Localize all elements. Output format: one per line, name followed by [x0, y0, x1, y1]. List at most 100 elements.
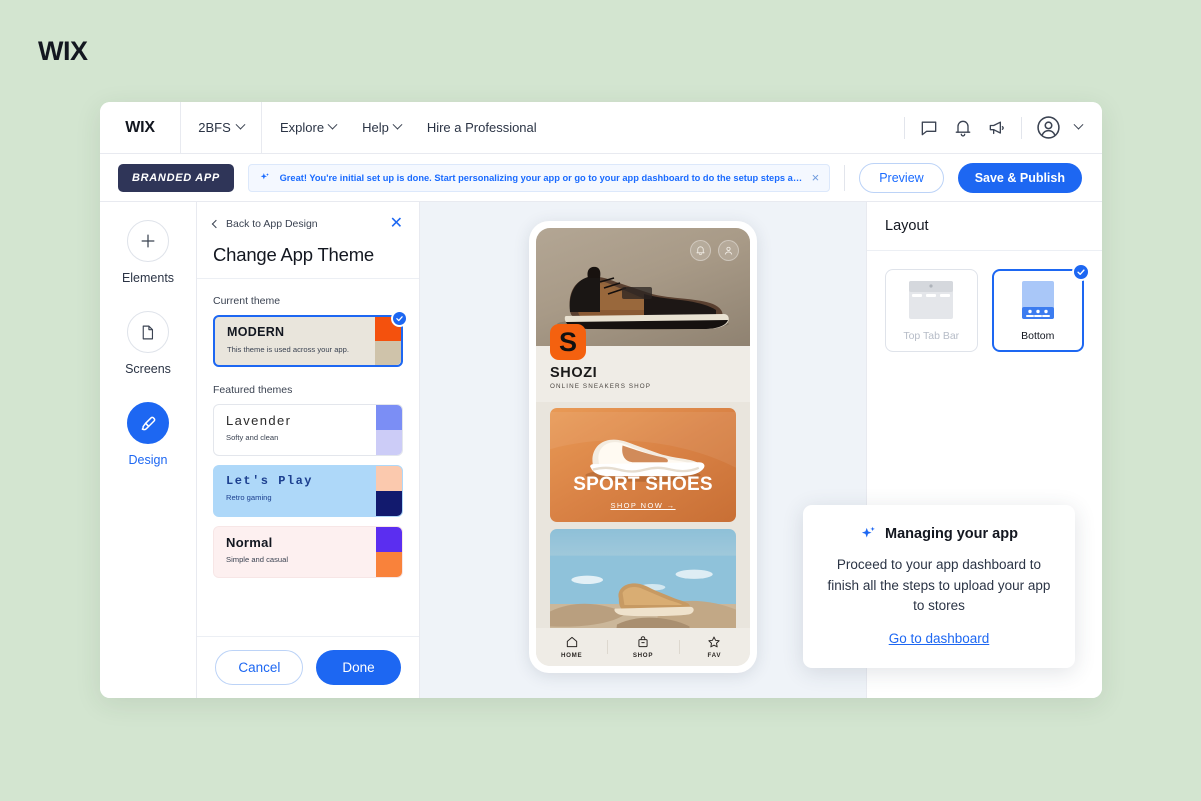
page-title: Change App Theme	[213, 244, 375, 265]
sidebar-item-elements[interactable]: Elements	[122, 220, 174, 285]
cancel-button[interactable]: Cancel	[215, 650, 304, 685]
sidebar-item-design-label: Design	[128, 453, 168, 467]
brush-icon	[141, 416, 155, 430]
tab-shop-label: SHOP	[632, 652, 654, 659]
topbar-menus: Explore Help Hire a Professional	[262, 102, 537, 153]
layout-panel: Layout Top Tab Bar Bottom Managing your …	[803, 202, 1102, 698]
bell-icon[interactable]	[953, 118, 973, 138]
chevron-left-icon	[211, 219, 221, 229]
swatch-bottom	[376, 430, 402, 455]
layout-option-top-tab-bar[interactable]: Top Tab Bar	[885, 269, 978, 352]
current-theme-label: Current theme	[213, 295, 281, 307]
layout-options: Top Tab Bar Bottom	[867, 251, 1102, 352]
tooltip-header: Managing your app	[821, 525, 1057, 542]
chevron-down-icon	[392, 119, 403, 130]
theme-card-lavender[interactable]: Lavender Softy and clean	[213, 404, 403, 456]
managing-app-tooltip: Managing your app Proceed to your app da…	[803, 505, 1075, 668]
divider	[844, 164, 846, 191]
swatch-bottom	[376, 552, 402, 577]
layout-title: Layout	[885, 218, 929, 234]
menu-explore-label: Explore	[280, 120, 325, 135]
theme-panel-footer: Cancel Done	[197, 636, 419, 698]
theme-name: Lavender	[226, 413, 292, 428]
preview-button[interactable]: Preview	[859, 162, 944, 193]
promo-title: SPORT SHOES	[573, 474, 713, 495]
theme-panel: Back to App Design ✕ Change App Theme Cu…	[196, 202, 420, 698]
branded-app-badge: BRANDED APP	[118, 163, 234, 192]
left-rail: Elements Screens Design	[100, 202, 196, 698]
sparkle-icon	[861, 527, 875, 538]
promo-cta-link[interactable]: SHOP NOW →	[550, 501, 736, 510]
sidebar-item-elements-label: Elements	[121, 271, 175, 285]
layout-option-top-label: Top Tab Bar	[903, 330, 960, 342]
sidebar-item-screens[interactable]: Screens	[125, 311, 171, 376]
save-publish-button[interactable]: Save & Publish	[957, 162, 1082, 193]
bag-icon	[638, 636, 648, 648]
theme-name: Normal	[226, 535, 273, 550]
menu-hire-professional[interactable]: Hire a Professional	[427, 120, 537, 135]
menu-hire-label: Hire a Professional	[426, 120, 537, 135]
tab-fav[interactable]: FAV	[678, 635, 750, 659]
editor-window: WIX 2BFS Explore Help Hire a Professiona…	[100, 102, 1102, 698]
divider	[1021, 116, 1022, 139]
sneaker-hero-image	[557, 266, 729, 330]
layout-panel-header: Layout	[867, 202, 1102, 251]
go-to-dashboard-link[interactable]: Go to dashboard	[889, 631, 990, 646]
bottom-tab-bar-thumb-icon	[1021, 281, 1054, 319]
brand-block: S SHOZI ONLINE SNEAKERS SHOP	[536, 324, 750, 402]
tab-fav-label: FAV	[707, 652, 722, 659]
design-icon-circle	[127, 402, 169, 444]
theme-desc: Retro gaming	[226, 493, 272, 503]
promo-card-sport-shoes[interactable]: SPORT SHOES SHOP NOW →	[550, 408, 736, 522]
site-selector[interactable]: 2BFS	[181, 102, 262, 153]
tooltip-body: Proceed to your app dashboard to finish …	[827, 557, 1051, 614]
theme-panel-body: Current theme MODERN This theme is used …	[197, 279, 419, 636]
swatch-bottom	[376, 491, 402, 516]
back-to-app-design-link[interactable]: Back to App Design	[211, 218, 318, 230]
close-icon[interactable]: ✕	[390, 216, 403, 232]
chat-icon[interactable]	[919, 118, 939, 138]
done-button[interactable]: Done	[316, 650, 401, 685]
tab-shop[interactable]: SHOP	[607, 635, 678, 659]
sidebar-item-design[interactable]: Design	[127, 402, 169, 467]
brand-tagline: ONLINE SNEAKERS SHOP	[550, 383, 652, 390]
selected-check-icon	[391, 310, 408, 327]
check-icon	[1077, 269, 1085, 275]
account-icon[interactable]	[1036, 115, 1061, 140]
menu-explore[interactable]: Explore	[280, 119, 338, 135]
setup-banner[interactable]: Great! You're initial set up is done. St…	[247, 163, 831, 192]
wix-wordmark: WIX	[38, 36, 88, 66]
topbar-logo[interactable]: WIX	[100, 102, 181, 153]
tab-home[interactable]: HOME	[536, 635, 607, 659]
chevron-down-icon[interactable]	[1073, 119, 1084, 130]
theme-name: Let's Play	[226, 474, 314, 488]
page-root: WIX WIX 2BFS Explore Help Hire a Profess…	[0, 0, 1201, 801]
theme-desc: Softy and clean	[226, 433, 279, 443]
divider	[904, 116, 905, 139]
layout-option-bottom[interactable]: Bottom	[991, 263, 1090, 352]
home-icon	[566, 636, 577, 648]
menu-help-label: Help	[362, 120, 389, 135]
theme-card-normal[interactable]: Normal Simple and casual	[213, 526, 403, 578]
setup-banner-text: Great! You're initial set up is done. St…	[279, 172, 803, 183]
theme-desc: This theme is used across your app.	[227, 344, 349, 354]
preview-canvas: S SHOZI ONLINE SNEAKERS SHOP SPORT SHOES…	[420, 202, 866, 698]
star-icon	[708, 636, 720, 648]
close-icon[interactable]: ×	[812, 171, 820, 184]
theme-card-current[interactable]: MODERN This theme is used across your ap…	[213, 310, 408, 367]
swatch-top	[376, 405, 402, 430]
theme-card-body: Lavender Softy and clean	[214, 405, 376, 455]
featured-themes-label: Featured themes	[213, 384, 293, 396]
top-bar: WIX 2BFS Explore Help Hire a Professiona…	[100, 102, 1102, 154]
chevron-down-icon	[327, 119, 338, 130]
elements-icon-circle	[126, 220, 169, 262]
swatch-top	[376, 466, 402, 491]
theme-card-lets-play[interactable]: Let's Play Retro gaming	[213, 465, 403, 517]
theme-swatches	[376, 527, 402, 577]
topbar-actions	[904, 102, 1102, 153]
megaphone-icon[interactable]	[987, 118, 1007, 138]
selected-check-icon	[1072, 263, 1090, 281]
back-link-label: Back to App Design	[226, 218, 318, 230]
screens-icon-circle	[126, 311, 169, 353]
menu-help[interactable]: Help	[362, 119, 403, 135]
